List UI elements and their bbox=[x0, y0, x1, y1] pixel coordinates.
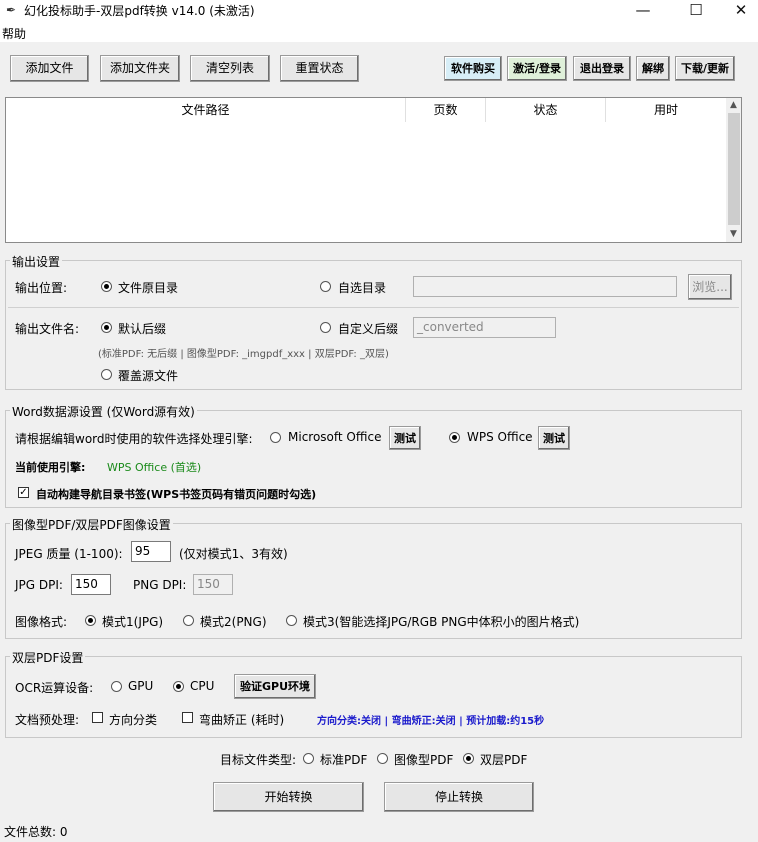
name-custom-label[interactable]: 自定义后缀 bbox=[338, 320, 398, 337]
ocr-device-label: OCR运算设备: bbox=[15, 681, 94, 695]
gpu-label[interactable]: GPU bbox=[128, 679, 153, 693]
reset-status-button[interactable]: 重置状态 bbox=[280, 55, 359, 82]
jpeg-quality-label: JPEG 质量 (1-100): bbox=[15, 547, 123, 561]
radio-mode1[interactable] bbox=[85, 615, 96, 626]
output-settings-title: 输出设置 bbox=[10, 253, 63, 270]
radio-cpu[interactable] bbox=[173, 681, 184, 692]
wps-office-label[interactable]: WPS Office bbox=[467, 430, 533, 444]
word-settings-title: Word数据源设置 (仅Word源有效) bbox=[10, 403, 197, 420]
file-list-table[interactable]: 文件路径 页数 状态 用时 bbox=[5, 97, 742, 243]
auto-bookmark-label[interactable]: 自动构建导航目录书签(WPS书签页码有错页问题时勾选) bbox=[36, 486, 316, 502]
start-convert-button[interactable]: 开始转换 bbox=[213, 782, 364, 812]
maximize-button[interactable]: ☐ bbox=[673, 0, 719, 22]
scroll-up-icon[interactable]: ▲ bbox=[730, 100, 737, 110]
status-bar bbox=[0, 818, 758, 842]
clear-list-button[interactable]: 清空列表 bbox=[190, 55, 270, 82]
location-source-label[interactable]: 文件原目录 bbox=[118, 279, 178, 296]
mode1-label[interactable]: 模式1(JPG) bbox=[102, 613, 163, 630]
png-dpi-input[interactable]: 150 bbox=[193, 574, 233, 595]
download-update-button[interactable]: 下载/更新 bbox=[675, 56, 735, 81]
minimize-button[interactable]: — bbox=[620, 0, 666, 22]
jpg-dpi-label: JPG DPI: bbox=[15, 578, 63, 592]
orientation-checkbox[interactable] bbox=[92, 712, 103, 723]
scrollbar-thumb[interactable] bbox=[728, 113, 740, 225]
location-custom-label[interactable]: 自选目录 bbox=[338, 279, 386, 296]
test-wps-office-button[interactable]: 测试 bbox=[538, 426, 570, 450]
preprocess-status: 方向分类:关闭 | 弯曲矫正:关闭 | 预计加载:约15秒 bbox=[317, 716, 545, 727]
radio-gpu[interactable] bbox=[111, 681, 122, 692]
dewarp-label[interactable]: 弯曲矫正 (耗时) bbox=[199, 711, 284, 728]
window-title: 幻化投标助手-双层pdf转换 v14.0 (未激活) bbox=[24, 4, 255, 18]
radio-location-source[interactable] bbox=[101, 281, 112, 292]
radio-name-custom[interactable] bbox=[320, 322, 331, 333]
radio-location-custom[interactable] bbox=[320, 281, 331, 292]
target-standard-label[interactable]: 标准PDF bbox=[320, 751, 367, 768]
output-location-label: 输出位置: bbox=[15, 281, 68, 295]
target-dual-label[interactable]: 双层PDF bbox=[480, 751, 527, 768]
radio-wps-office[interactable] bbox=[449, 432, 460, 443]
column-header-pages[interactable]: 页数 bbox=[406, 98, 486, 122]
jpeg-quality-note: (仅对模式1、3有效) bbox=[179, 547, 288, 561]
activate-login-button[interactable]: 激活/登录 bbox=[507, 56, 567, 81]
ms-office-label[interactable]: Microsoft Office bbox=[288, 430, 381, 444]
mode3-label[interactable]: 模式3(智能选择JPG/RGB PNG中体积小的图片格式) bbox=[303, 613, 579, 630]
buy-software-button[interactable]: 软件购买 bbox=[444, 56, 502, 81]
custom-dir-input[interactable] bbox=[413, 276, 677, 297]
column-header-time[interactable]: 用时 bbox=[606, 98, 726, 122]
jpg-dpi-input[interactable]: 150 bbox=[71, 574, 111, 595]
cpu-label[interactable]: CPU bbox=[190, 679, 214, 693]
orientation-label[interactable]: 方向分类 bbox=[109, 711, 157, 728]
close-button[interactable]: ✕ bbox=[718, 0, 758, 22]
output-filename-label: 输出文件名: bbox=[15, 322, 80, 336]
scroll-down-icon[interactable]: ▼ bbox=[730, 229, 737, 239]
radio-ms-office[interactable] bbox=[270, 432, 281, 443]
suffix-hint: (标准PDF: 无后缀 | 图像型PDF: _imgpdf_xxx | 双层PD… bbox=[98, 349, 389, 360]
name-default-label[interactable]: 默认后缀 bbox=[118, 320, 166, 337]
dewarp-checkbox[interactable] bbox=[182, 712, 193, 723]
target-image-label[interactable]: 图像型PDF bbox=[394, 751, 453, 768]
add-file-button[interactable]: 添加文件 bbox=[10, 55, 89, 82]
browse-button[interactable]: 浏览... bbox=[688, 274, 732, 300]
menu-bar bbox=[0, 22, 758, 42]
auto-bookmark-checkbox[interactable]: ✓ bbox=[18, 487, 29, 498]
file-count: 文件总数: 0 bbox=[4, 825, 68, 839]
logout-button[interactable]: 退出登录 bbox=[573, 56, 631, 81]
add-folder-button[interactable]: 添加文件夹 bbox=[100, 55, 180, 82]
radio-target-dual[interactable] bbox=[463, 753, 474, 764]
divider bbox=[8, 307, 739, 308]
current-engine-label: 当前使用引擎: bbox=[15, 461, 86, 474]
column-header-status[interactable]: 状态 bbox=[486, 98, 606, 122]
png-dpi-label: PNG DPI: bbox=[133, 578, 187, 592]
suffix-input[interactable]: _converted bbox=[413, 317, 556, 338]
menu-help[interactable]: 帮助 bbox=[2, 25, 26, 42]
stop-convert-button[interactable]: 停止转换 bbox=[384, 782, 534, 812]
unbind-button[interactable]: 解绑 bbox=[636, 56, 670, 81]
image-settings-title: 图像型PDF/双层PDF图像设置 bbox=[10, 516, 173, 533]
preprocess-label: 文档预处理: bbox=[15, 713, 80, 727]
radio-mode3[interactable] bbox=[286, 615, 297, 626]
current-engine-value: WPS Office (首选) bbox=[107, 461, 202, 474]
target-type-label: 目标文件类型: bbox=[220, 753, 297, 767]
test-ms-office-button[interactable]: 测试 bbox=[389, 426, 421, 450]
dual-pdf-settings-title: 双层PDF设置 bbox=[10, 649, 86, 666]
radio-target-standard[interactable] bbox=[303, 753, 314, 764]
jpeg-quality-input[interactable]: 95 bbox=[131, 541, 171, 562]
overwrite-label[interactable]: 覆盖源文件 bbox=[118, 367, 178, 384]
radio-mode2[interactable] bbox=[183, 615, 194, 626]
radio-name-default[interactable] bbox=[101, 322, 112, 333]
radio-overwrite[interactable] bbox=[101, 369, 112, 380]
mode2-label[interactable]: 模式2(PNG) bbox=[200, 613, 267, 630]
column-header-path[interactable]: 文件路径 bbox=[6, 98, 406, 122]
feather-icon: ✒ bbox=[6, 3, 17, 17]
verify-gpu-button[interactable]: 验证GPU环境 bbox=[234, 674, 316, 699]
engine-prompt: 请根据编辑word时使用的软件选择处理引擎: bbox=[15, 432, 253, 446]
radio-target-image[interactable] bbox=[377, 753, 388, 764]
image-format-label: 图像格式: bbox=[15, 615, 68, 629]
